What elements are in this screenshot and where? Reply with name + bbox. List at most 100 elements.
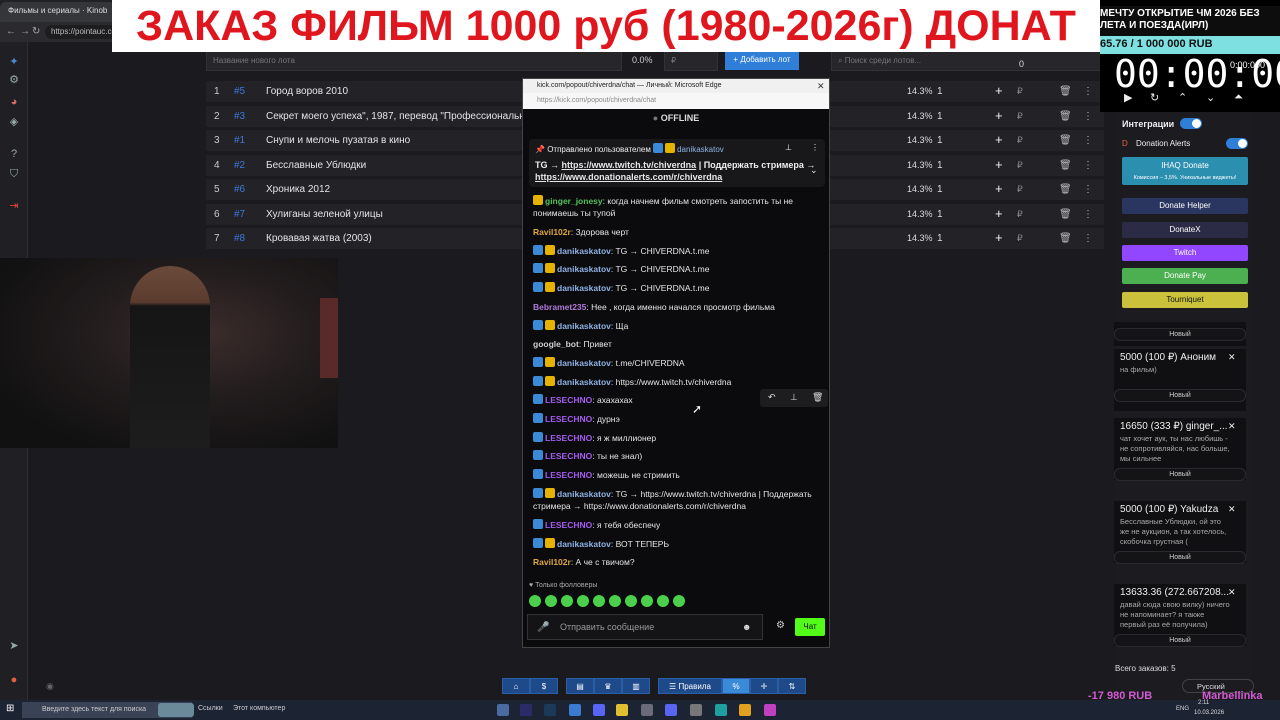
mic-icon[interactable]: 🎤 <box>537 622 549 633</box>
pinned-by-user[interactable]: danikaskatov <box>677 145 724 154</box>
add-amount-icon[interactable]: + <box>995 206 1003 221</box>
rules-button[interactable]: ☰ Правила <box>658 678 722 694</box>
app2-icon[interactable] <box>764 704 776 716</box>
delete-lot-icon[interactable]: 🗑 <box>1059 184 1072 195</box>
delete-lot-icon[interactable]: 🗑 <box>1059 160 1072 171</box>
chat-username[interactable]: ginger_jonesy <box>545 196 603 206</box>
emote-icon[interactable] <box>593 595 605 607</box>
chat-message[interactable]: Ravil102r: Здорова черт <box>533 226 823 238</box>
reload-icon[interactable]: ↻ <box>32 26 40 37</box>
lot-amount[interactable]: 1 <box>937 160 943 171</box>
chevron-down-icon[interactable]: ⌄ <box>1206 91 1215 104</box>
emote-icon[interactable] <box>625 595 637 607</box>
lot-amount[interactable]: 1 <box>937 135 943 146</box>
wheel-icon[interactable]: ◕ <box>6 94 22 110</box>
layers-icon[interactable]: ◈ <box>6 114 22 130</box>
chat-message[interactable]: danikaskatov: TG → CHIVERDNA.t.me <box>533 244 823 257</box>
delete-lot-icon[interactable]: 🗑 <box>1059 233 1072 244</box>
reset-icon[interactable]: ↻ <box>1150 91 1159 104</box>
chat-send-button[interactable]: Чат <box>795 618 825 636</box>
rub-input[interactable]: ₽ <box>1017 135 1023 146</box>
steam-icon[interactable] <box>544 704 556 716</box>
chat-message[interactable]: LESECHNO: дурнэ <box>533 413 823 425</box>
explorer-icon[interactable] <box>616 704 628 716</box>
chat-username[interactable]: LESECHNO <box>545 433 592 443</box>
logout-icon[interactable]: ⇥ <box>6 198 22 214</box>
delete-lot-icon[interactable]: 🗑 <box>1059 111 1072 122</box>
edge-dev-icon[interactable] <box>715 704 727 716</box>
rub-input[interactable]: ₽ <box>1017 86 1023 97</box>
chat-message[interactable]: LESECHNO: можешь не стримить <box>533 469 823 481</box>
twitch-button[interactable]: Twitch <box>1122 245 1248 261</box>
chat-message[interactable]: danikaskatov: TG → CHIVERDNA.t.me <box>533 282 823 294</box>
chat-username[interactable]: danikaskatov <box>557 358 611 368</box>
ihaq-donate-button[interactable]: IHAQ Donate Комиссия – 3,5%. Уникальные в… <box>1122 157 1248 185</box>
chat-message[interactable]: google_bot: Привет <box>533 338 823 350</box>
chat-username[interactable]: LESECHNO <box>545 520 592 530</box>
lot-search-input[interactable]: ⌕ Поиск среди лотов... <box>831 51 1104 71</box>
chevron-up-icon[interactable]: ⌃ <box>1178 91 1187 104</box>
donatex-button[interactable]: DonateX <box>1122 222 1248 238</box>
chat-username[interactable]: LESECHNO <box>545 451 592 461</box>
pinned-link-donation[interactable]: https://www.donationalerts.com/r/chiverd… <box>535 172 722 182</box>
donation-card[interactable]: 5000 (100 ₽) Аноним ✕ на фильм) Новый <box>1114 349 1246 411</box>
emote-icon[interactable] <box>657 595 669 607</box>
shield-icon[interactable]: ⛉ <box>6 166 22 182</box>
forward-icon[interactable]: → <box>20 26 30 37</box>
reply-icon[interactable]: ↶ <box>768 392 776 403</box>
close-icon[interactable]: ✕ <box>1228 504 1236 515</box>
chat-username[interactable]: LESECHNO <box>545 414 592 424</box>
taskbar-this-computer[interactable]: Этот компьютер <box>233 705 285 712</box>
premiere-icon[interactable] <box>520 704 532 716</box>
settings-icon[interactable]: ⚙ <box>6 72 22 88</box>
delete-lot-icon[interactable]: 🗑 <box>1059 86 1072 97</box>
clipboard-icon[interactable]: ▤ <box>566 678 594 694</box>
task-view-icon[interactable] <box>497 704 509 716</box>
pinned-link-twitch[interactable]: https://www.twitch.tv/chiverdna <box>562 160 697 170</box>
browser-tab[interactable]: Фильмы и сериалы · Kinob <box>0 2 115 22</box>
chat-message[interactable]: Bebramet235: Нее , когда именно начался … <box>533 301 823 313</box>
close-icon[interactable]: ✕ <box>817 81 825 92</box>
emote-icon[interactable] <box>641 595 653 607</box>
app-icon[interactable] <box>641 704 653 716</box>
unpin-icon[interactable]: ⊥ <box>785 143 792 152</box>
more-icon[interactable]: ⋮ <box>1083 209 1093 220</box>
donation-card[interactable]: 5000 (100 ₽) Yakudza ✕ Бесславные Ублюдки,… <box>1114 501 1246 564</box>
more-icon[interactable]: ⋮ <box>1083 233 1093 244</box>
more-icon[interactable]: ⋮ <box>811 143 819 152</box>
chat-username[interactable]: danikaskatov <box>557 539 611 549</box>
rub-input[interactable]: ₽ <box>1017 209 1023 220</box>
windows-start-icon[interactable]: ⊞ <box>6 703 14 714</box>
chat-username[interactable]: danikaskatov <box>557 283 611 293</box>
donate-helper-button[interactable]: Donate Helper <box>1122 198 1248 214</box>
lot-amount[interactable]: 1 <box>937 111 943 122</box>
lot-amount[interactable]: 1 <box>937 86 943 97</box>
new-lot-amount-input[interactable]: ₽ <box>664 51 718 71</box>
new-lot-name-input[interactable]: Название нового лота <box>206 51 622 71</box>
chat-username[interactable]: Ravil102r <box>533 557 571 567</box>
back-icon[interactable]: ← <box>6 26 16 37</box>
obs-icon[interactable] <box>690 704 702 716</box>
chat-username[interactable]: danikaskatov <box>557 246 611 256</box>
plus-icon[interactable]: ✛ <box>750 678 778 694</box>
lot-amount[interactable]: 1 <box>937 233 943 244</box>
more-icon[interactable]: ⋮ <box>1083 86 1093 97</box>
app-icon[interactable]: ● <box>6 672 22 688</box>
pin-message-icon[interactable]: ⊥ <box>790 392 798 403</box>
delete-icon[interactable]: 🗑 <box>812 392 823 403</box>
edge-icon[interactable] <box>569 704 581 716</box>
emote-icon[interactable] <box>609 595 621 607</box>
donation-alerts-toggle[interactable] <box>1226 138 1248 149</box>
more-icon[interactable]: ⋮ <box>1083 111 1093 122</box>
percent-button[interactable]: % <box>722 678 750 694</box>
rub-input[interactable]: ₽ <box>1017 233 1023 244</box>
close-icon[interactable]: ✕ <box>1228 587 1236 598</box>
chat-message[interactable]: danikaskatov: ВОТ ТЕПЕРЬ <box>533 537 823 550</box>
chat-message[interactable]: LESECHNO: я ж миллионер <box>533 431 823 444</box>
logo-icon[interactable]: ✦ <box>6 54 22 70</box>
add-amount-icon[interactable]: + <box>995 157 1003 172</box>
chat-message[interactable]: danikaskatov: TG → CHIVERDNA.t.me <box>533 263 823 275</box>
close-icon[interactable]: ✕ <box>1228 352 1236 363</box>
chevron-down-icon[interactable]: ⌄ <box>810 165 818 176</box>
more-icon[interactable]: ⋮ <box>1083 135 1093 146</box>
